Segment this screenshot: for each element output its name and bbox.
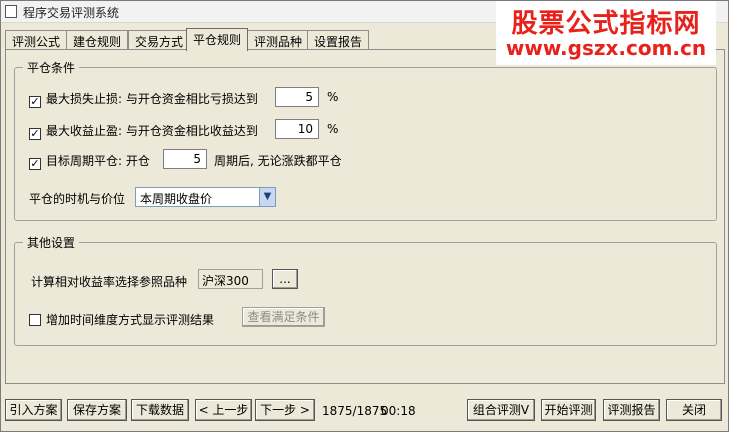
target-period-row: ✓ 目标周期平仓: 开仓	[29, 152, 150, 170]
take-profit-checkbox[interactable]: ✓	[29, 128, 41, 140]
time-dimension-row: 增加时间维度方式显示评测结果	[29, 311, 214, 328]
tab-open-rules[interactable]: 建仓规则	[66, 30, 129, 50]
tab-formula[interactable]: 评测公式	[5, 30, 68, 50]
take-profit-input[interactable]: 10	[275, 119, 319, 139]
take-profit-row: ✓ 最大收益止盈: 与开仓资金相比收益达到	[29, 122, 258, 140]
close-button[interactable]: 关闭	[666, 399, 722, 421]
tab-close-rules[interactable]: 平仓规则	[186, 28, 249, 51]
chevron-down-icon[interactable]: ▼	[259, 188, 275, 206]
combo-test-button[interactable]: 组合评测V	[467, 399, 535, 421]
reference-field: 沪深300	[198, 269, 263, 289]
tab-report-settings[interactable]: 设置报告	[307, 30, 370, 50]
take-profit-label: 最大收益止盈: 与开仓资金相比收益达到	[46, 124, 258, 138]
view-conditions-button[interactable]: 查看满足条件	[242, 307, 325, 327]
reference-browse-button[interactable]: ...	[272, 269, 298, 289]
elapsed-time: 00:18	[381, 404, 416, 418]
download-data-button[interactable]: 下载数据	[131, 399, 189, 421]
close-timing-select[interactable]: 本周期收盘价 ▼	[135, 187, 276, 207]
site-watermark: 股票公式指标网 www.gszx.com.cn	[496, 1, 716, 65]
app-icon	[5, 5, 17, 18]
footer-bar: 引入方案 保存方案 下载数据 < 上一步 下一步 > 1875/1875 00:…	[5, 392, 725, 428]
stop-loss-label: 最大损失止损: 与开仓资金相比亏损达到	[46, 92, 258, 106]
test-report-button[interactable]: 评测报告	[603, 399, 660, 421]
time-dimension-label: 增加时间维度方式显示评测结果	[46, 313, 215, 327]
next-step-button[interactable]: 下一步 >	[255, 399, 315, 421]
close-conditions-legend: 平仓条件	[23, 59, 80, 76]
target-period-checkbox[interactable]: ✓	[29, 158, 41, 170]
main-window: 程序交易评测系统 股票公式指标网 www.gszx.com.cn 评测公式 建仓…	[0, 0, 729, 432]
other-settings-group: 其他设置 计算相对收益率选择参照品种 沪深300 ... 增加时间维度方式显示评…	[14, 234, 717, 346]
close-timing-value: 本周期收盘价	[140, 192, 213, 206]
other-settings-legend: 其他设置	[23, 234, 80, 251]
reference-label: 计算相对收益率选择参照品种	[31, 275, 188, 289]
tab-trade-mode[interactable]: 交易方式	[128, 30, 191, 50]
take-profit-unit: %	[327, 122, 339, 136]
watermark-url: www.gszx.com.cn	[505, 36, 707, 60]
tab-panel: 平仓条件 ✓ 最大损失止损: 与开仓资金相比亏损达到 5 % ✓ 最大收益止盈: 与…	[5, 49, 725, 384]
stop-loss-row: ✓ 最大损失止损: 与开仓资金相比亏损达到	[29, 90, 258, 108]
save-plan-button[interactable]: 保存方案	[67, 399, 127, 421]
import-plan-button[interactable]: 引入方案	[5, 399, 62, 421]
tab-instruments[interactable]: 评测品种	[247, 30, 310, 50]
stop-loss-input[interactable]: 5	[275, 87, 319, 107]
prev-step-button[interactable]: < 上一步	[195, 399, 252, 421]
target-period-label: 目标周期平仓: 开仓	[46, 154, 150, 168]
progress-count: 1875/1875	[322, 404, 388, 418]
target-period-input[interactable]: 5	[163, 149, 207, 169]
close-timing-label: 平仓的时机与价位	[29, 192, 126, 206]
stop-loss-unit: %	[327, 90, 339, 104]
time-dimension-checkbox[interactable]	[29, 314, 41, 326]
close-conditions-group: 平仓条件 ✓ 最大损失止损: 与开仓资金相比亏损达到 5 % ✓ 最大收益止盈: 与…	[14, 59, 717, 221]
start-test-button[interactable]: 开始评测	[541, 399, 596, 421]
stop-loss-checkbox[interactable]: ✓	[29, 96, 41, 108]
window-title: 程序交易评测系统	[23, 6, 120, 20]
watermark-title: 股票公式指标网	[511, 9, 701, 39]
target-period-suffix: 周期后, 无论涨跌都平仓	[214, 154, 342, 168]
